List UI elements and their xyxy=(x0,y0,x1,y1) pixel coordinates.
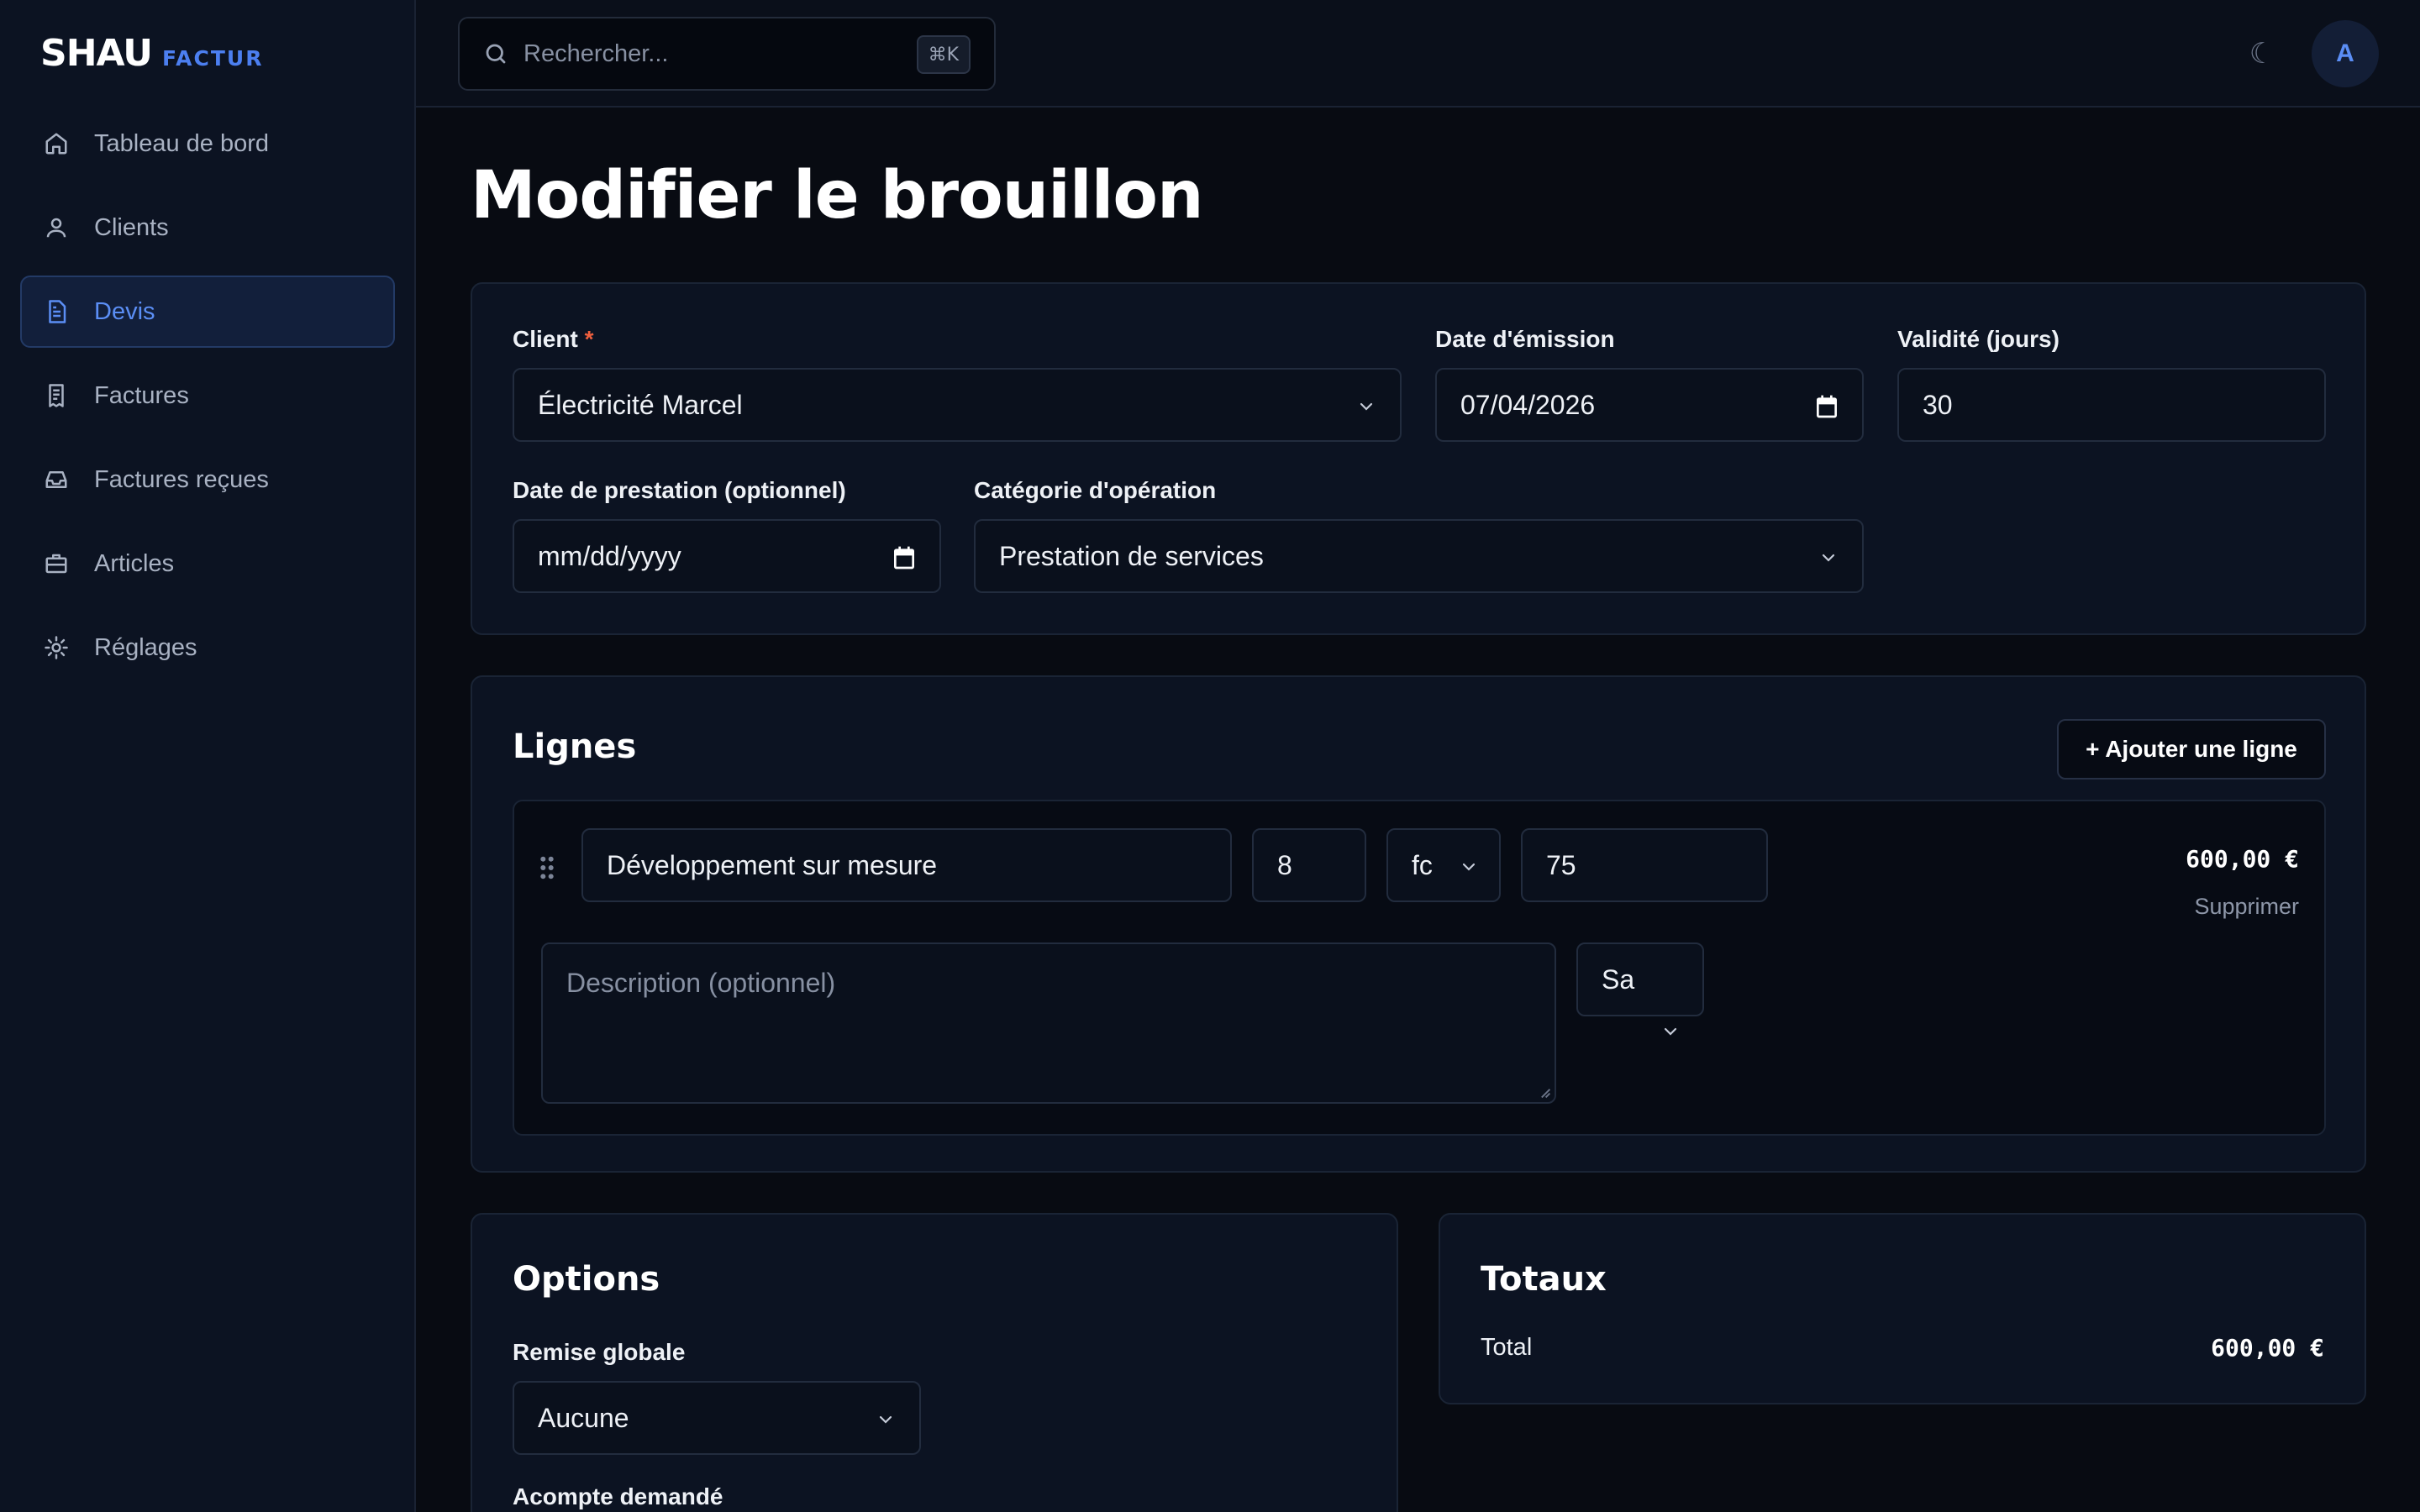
client-label: Client * xyxy=(513,326,593,353)
sidebar-item-label: Articles xyxy=(94,549,175,577)
brand-subtitle: FACTUR xyxy=(161,46,264,71)
lines-card: Lignes + Ajouter une ligne Développement… xyxy=(471,675,2366,1173)
issue-date-label: Date d'émission xyxy=(1435,326,1615,352)
sidebar-item-dashboard[interactable]: Tableau de bord xyxy=(20,108,395,180)
line-amount: 600,00 € xyxy=(2186,845,2299,873)
sidebar-item-factures-recues[interactable]: Factures reçues xyxy=(20,444,395,516)
total-value: 600,00 € xyxy=(2211,1334,2324,1362)
add-line-button[interactable]: + Ajouter une ligne xyxy=(2057,719,2326,780)
client-select[interactable]: Électricité Marcel xyxy=(513,368,1402,442)
options-title: Options xyxy=(513,1260,660,1299)
line-description-placeholder: Description (optionnel) xyxy=(566,968,836,998)
line-unit-value: fc xyxy=(1412,849,1433,880)
line-designation-value: Développement sur mesure xyxy=(607,849,938,880)
validity-input[interactable]: 30 xyxy=(1897,368,2326,442)
sidebar-nav: Tableau de bord Clients Devis Factures F… xyxy=(20,108,395,696)
chevron-down-icon xyxy=(879,1415,892,1424)
search-placeholder: Rechercher... xyxy=(523,39,669,67)
quote-details-card: Client * Électricité Marcel Date d'émiss… xyxy=(471,282,2366,635)
sidebar-item-label: Réglages xyxy=(94,633,197,661)
line-unit-price-input[interactable]: 75 xyxy=(1521,828,1768,902)
sidebar: SHAU FACTUR Tableau de bord Clients Devi… xyxy=(0,0,416,1512)
issue-date-field[interactable]: 07/04/2026 xyxy=(1435,368,1864,442)
lines-title: Lignes xyxy=(513,727,637,766)
discount-select[interactable]: Aucune xyxy=(513,1381,921,1455)
line-vat-select[interactable]: Sa xyxy=(1576,942,1704,1016)
line-designation-input[interactable]: Développement sur mesure xyxy=(581,828,1232,902)
sidebar-item-clients[interactable]: Clients xyxy=(20,192,395,264)
calendar-icon[interactable] xyxy=(891,544,918,571)
line-description-textarea[interactable]: Description (optionnel) xyxy=(541,942,1556,1104)
line-quantity-value: 8 xyxy=(1277,849,1292,880)
receipt-icon xyxy=(49,384,64,407)
chevron-down-icon xyxy=(1822,554,1835,562)
category-select[interactable]: Prestation de services xyxy=(974,519,1864,593)
discount-select-value: Aucune xyxy=(538,1402,629,1433)
search-icon xyxy=(486,44,506,64)
category-label: Catégorie d'opération xyxy=(974,477,1217,503)
page-title: Modifier le brouillon xyxy=(471,158,1204,234)
required-mark: * xyxy=(584,326,594,352)
search-input[interactable]: Rechercher... ⌘K xyxy=(458,17,996,91)
options-card: Options Remise globale Aucune Acompte de… xyxy=(471,1213,1398,1512)
resize-handle-icon[interactable] xyxy=(1538,1085,1551,1099)
service-date-label: Date de prestation (optionnel) xyxy=(513,477,846,503)
gear-icon xyxy=(45,636,68,659)
user-avatar[interactable]: A xyxy=(2312,20,2379,87)
total-label: Total xyxy=(1481,1334,1533,1361)
service-date-field[interactable]: mm/dd/yyyy xyxy=(513,519,941,593)
sidebar-item-factures[interactable]: Factures xyxy=(20,360,395,432)
sidebar-item-reglages[interactable]: Réglages xyxy=(20,612,395,684)
validity-label: Validité (jours) xyxy=(1897,326,2060,352)
deposit-label: Acompte demandé xyxy=(513,1483,723,1509)
theme-toggle-moon-icon[interactable]: ☾ xyxy=(2240,32,2284,76)
home-icon xyxy=(45,133,67,155)
chevron-down-icon xyxy=(1664,1027,1677,1036)
calendar-icon[interactable] xyxy=(1813,393,1840,420)
drag-handle-icon[interactable] xyxy=(538,855,556,880)
sidebar-item-devis[interactable]: Devis xyxy=(20,276,395,348)
line-vat-value: Sa xyxy=(1602,963,1635,995)
client-select-value: Électricité Marcel xyxy=(538,389,743,420)
issue-date-value: 07/04/2026 xyxy=(1460,389,1596,420)
totals-card: Totaux Total 600,00 € xyxy=(1439,1213,2366,1404)
category-select-value: Prestation de services xyxy=(999,540,1264,571)
sidebar-item-label: Devis xyxy=(94,297,155,325)
line-item: Développement sur mesure 8 fc 75 600,00 … xyxy=(513,800,2326,1136)
briefcase-icon xyxy=(45,554,67,574)
validity-value: 30 xyxy=(1923,389,1953,420)
client-label-text: Client xyxy=(513,326,578,352)
search-shortcut-badge: ⌘K xyxy=(916,35,971,74)
line-quantity-input[interactable]: 8 xyxy=(1252,828,1366,902)
sidebar-item-label: Tableau de bord xyxy=(94,129,269,157)
inbox-icon xyxy=(45,471,67,488)
brand-logo[interactable]: SHAU FACTUR xyxy=(40,32,263,75)
line-unit-price-value: 75 xyxy=(1546,849,1576,880)
totals-title: Totaux xyxy=(1481,1260,1607,1299)
sidebar-item-label: Factures reçues xyxy=(94,465,269,493)
document-icon xyxy=(49,300,66,323)
delete-line-button[interactable]: Supprimer xyxy=(2194,894,2299,920)
sidebar-item-label: Factures xyxy=(94,381,189,409)
sidebar-item-label: Clients xyxy=(94,213,169,241)
chevron-down-icon xyxy=(1360,402,1373,411)
topbar: Rechercher... ⌘K ☾ A xyxy=(416,0,2420,108)
service-date-placeholder: mm/dd/yyyy xyxy=(538,540,681,571)
user-icon xyxy=(46,218,66,238)
line-unit-select[interactable]: fc xyxy=(1386,828,1501,902)
sidebar-item-articles[interactable]: Articles xyxy=(20,528,395,600)
chevron-down-icon xyxy=(1462,863,1476,871)
brand-name: SHAU xyxy=(40,32,153,75)
discount-label: Remise globale xyxy=(513,1339,686,1365)
